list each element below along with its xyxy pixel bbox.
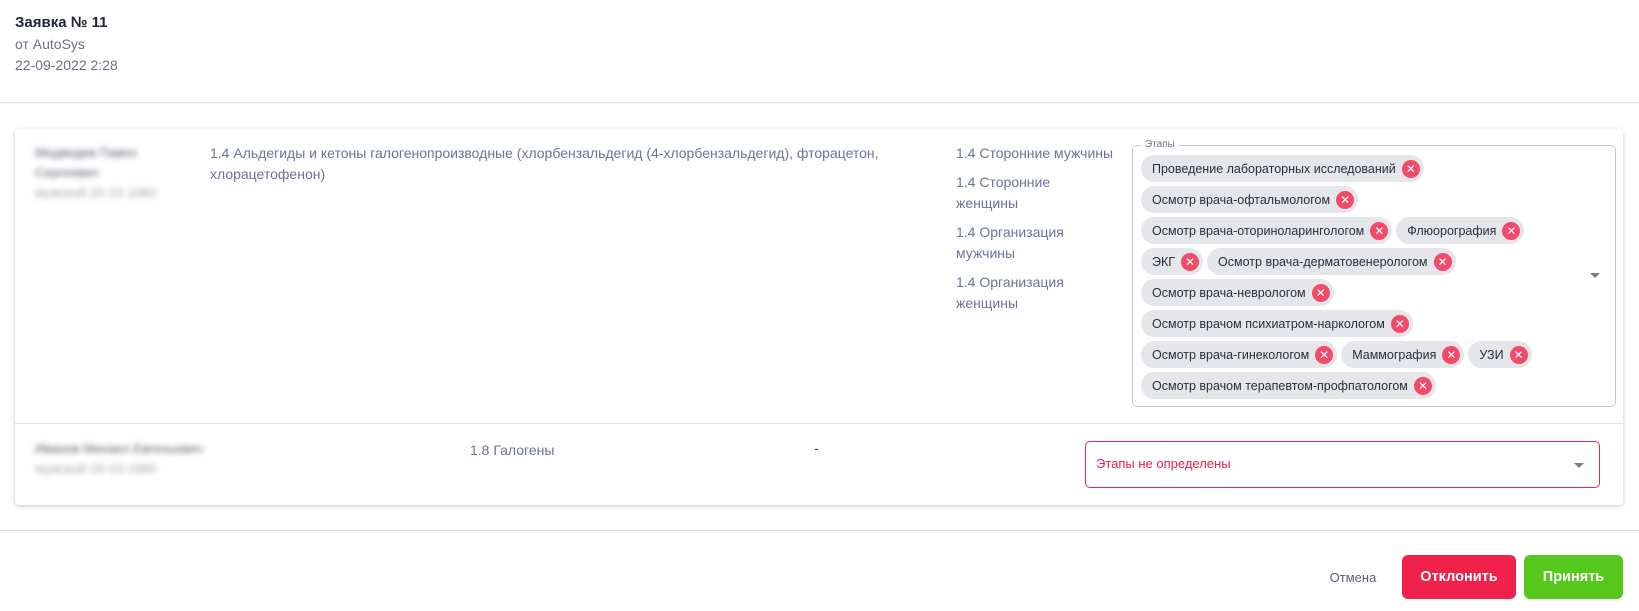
stage-chip-label: Осмотр врача-дерматовенерологом (1218, 254, 1428, 269)
request-title: Заявка № 11 (15, 14, 108, 31)
close-circle-icon[interactable]: ✕ (1413, 376, 1432, 395)
stage-chip-label: Осмотр врачом терапевтом-профпатологом (1152, 378, 1408, 393)
close-circle-icon[interactable]: ✕ (1390, 314, 1409, 333)
stages-select[interactable]: Этапы Проведение лабораторных исследован… (1132, 139, 1616, 407)
request-header: Заявка № 11 от AutoSys 22-09-2022 2:28 (15, 12, 118, 76)
stage-chip: Осмотр врачом терапевтом-профпатологом ✕ (1141, 372, 1436, 399)
close-circle-icon[interactable]: ✕ (1370, 221, 1389, 240)
close-circle-icon[interactable]: ✕ (1311, 283, 1330, 302)
stage-chip: Осмотр врача-оториноларингологом ✕ (1141, 217, 1393, 244)
employee-name: Иванов Михаил Евгеньевич (35, 441, 203, 456)
stage-chip-label: Осмотр врача-неврологом (1152, 285, 1306, 300)
close-circle-icon[interactable]: ✕ (1315, 345, 1334, 364)
chevron-down-icon[interactable] (1574, 463, 1584, 468)
reject-button[interactable]: Отклонить (1402, 555, 1516, 599)
stage-chip: УЗИ ✕ (1468, 341, 1532, 368)
employees-card: Медведев Павел Сергеевич мужской 20-10-1… (15, 129, 1623, 505)
stage-chip: Осмотр врачом психиатром-наркологом ✕ (1141, 310, 1413, 337)
stage-chip-label: Осмотр врача-гинекологом (1152, 347, 1310, 362)
group-item: 1.4 Организация мужчины (956, 224, 1064, 261)
stage-chip: Осмотр врача-неврологом ✕ (1141, 279, 1334, 306)
close-circle-icon[interactable]: ✕ (1336, 190, 1355, 209)
group-item: 1.4 Сторонние мужчины (956, 145, 1114, 161)
stage-chip: Маммография ✕ (1341, 341, 1465, 368)
harmful-factor: 1.4 Альдегиды и кетоны галогенопроизводн… (210, 145, 879, 182)
employee-meta: мужской 20-10-1980 (35, 185, 157, 200)
stage-chip-label: Осмотр врача-офтальмологом (1152, 192, 1331, 207)
stage-chip-label: Осмотр врачом психиатром-наркологом (1152, 316, 1385, 331)
stage-chip-label: УЗИ (1479, 347, 1504, 362)
request-source: от AutoSys (15, 36, 85, 52)
employee-meta: мужской 20-10-1980 (35, 461, 157, 476)
employee-name-continued: Сергеевич (35, 165, 99, 180)
employee-row: Иванов Михаил Евгеньевич мужской 20-10-1… (15, 424, 1623, 505)
close-circle-icon[interactable]: ✕ (1502, 221, 1521, 240)
stage-chip: Осмотр врача-дерматовенерологом ✕ (1207, 248, 1456, 275)
stages-label: Этапы (1141, 139, 1179, 151)
close-circle-icon[interactable]: ✕ (1433, 252, 1452, 271)
employee-row: Медведев Павел Сергеевич мужской 20-10-1… (15, 129, 1623, 424)
stages-error-text: Этапы не определены (1096, 456, 1231, 471)
stage-chip: Осмотр врача-гинекологом ✕ (1141, 341, 1338, 368)
group-item: 1.4 Сторонние женщины (956, 174, 1051, 211)
employee-info: Медведев Павел Сергеевич мужской 20-10-1… (35, 143, 156, 203)
stage-chip-label: Осмотр врача-оториноларингологом (1152, 223, 1365, 238)
stage-chip: Проведение лабораторных исследований ✕ (1141, 155, 1424, 182)
stage-chip: Флюорография ✕ (1396, 217, 1525, 244)
header-divider (0, 102, 1639, 103)
close-circle-icon[interactable]: ✕ (1181, 252, 1200, 271)
stage-chip: ЭКГ ✕ (1141, 248, 1204, 275)
request-date: 22-09-2022 2:28 (15, 57, 118, 73)
stages-chips: Проведение лабораторных исследований ✕ Ос… (1141, 155, 1571, 403)
accept-button[interactable]: Принять (1524, 555, 1623, 599)
chevron-down-icon[interactable] (1590, 273, 1600, 278)
employee-name: Медведев Павел (35, 145, 138, 160)
stage-chip: Осмотр врача-офтальмологом ✕ (1141, 186, 1359, 213)
close-circle-icon[interactable]: ✕ (1509, 345, 1528, 364)
employee-info: Иванов Михаил Евгеньевич мужской 20-10-1… (35, 439, 203, 479)
footer-divider (0, 530, 1639, 531)
close-circle-icon[interactable]: ✕ (1401, 159, 1420, 178)
cancel-button[interactable]: Отмена (1320, 555, 1386, 599)
stages-select-error[interactable]: Этапы не определены (1085, 441, 1600, 488)
stage-chip-label: Флюорография (1407, 223, 1497, 238)
close-circle-icon[interactable]: ✕ (1442, 345, 1461, 364)
group-item: 1.4 Организация женщины (956, 274, 1064, 311)
harmful-factor: 1.8 Галогены (470, 442, 555, 458)
stage-chip-label: ЭКГ (1152, 254, 1176, 269)
group-placeholder: - (814, 440, 819, 456)
group-list: 1.4 Сторонние мужчины 1.4 Сторонние женщ… (956, 143, 1116, 322)
stage-chip-label: Маммография (1352, 347, 1437, 362)
stage-chip-label: Проведение лабораторных исследований (1152, 161, 1396, 176)
